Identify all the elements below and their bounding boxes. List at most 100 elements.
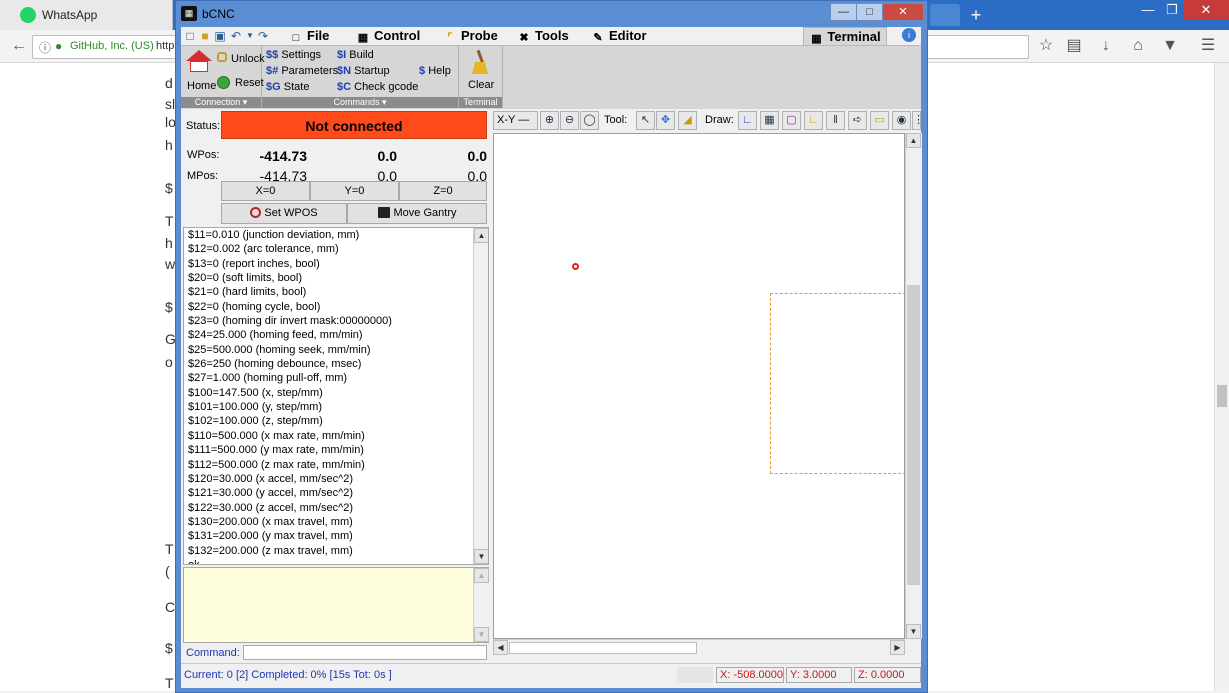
editor-icon: ✎ <box>593 32 603 44</box>
tab-control[interactable]: ▦ Control <box>356 27 420 45</box>
camera-icon[interactable]: ◉ <box>892 111 911 130</box>
settings-button[interactable]: $$ Settings <box>266 49 321 61</box>
reset-button[interactable]: Reset <box>235 77 264 89</box>
home-page-icon[interactable]: ⌂ <box>1127 36 1149 56</box>
startup-prefix: $N <box>337 65 352 77</box>
zero-z-button[interactable]: Z=0 <box>399 181 487 201</box>
path-icon[interactable]: ‖ <box>826 111 845 130</box>
probe-draw-icon[interactable]: ∟ <box>804 111 823 130</box>
ruler-icon[interactable]: ◢ <box>678 111 697 130</box>
parameters-button[interactable]: $# Parameters <box>266 65 338 77</box>
view-select[interactable]: X-Y — <box>493 111 538 130</box>
zoom-in-icon[interactable]: ⊕ <box>540 111 559 130</box>
tab-whatsapp[interactable]: WhatsApp <box>0 0 173 30</box>
background-tab[interactable] <box>930 4 960 26</box>
download-icon[interactable]: ↓ <box>1095 36 1117 56</box>
terminal-line: $25=500.000 (homing seek, mm/min) <box>188 343 371 356</box>
tab-editor[interactable]: ✎ Editor <box>591 27 646 45</box>
workarea-icon[interactable]: ▭ <box>870 111 889 130</box>
back-arrow-icon[interactable]: ← <box>8 36 30 56</box>
reset-icon[interactable] <box>217 76 230 89</box>
terminal-line: $120=30.000 (x accel, mm/sec^2) <box>188 472 354 485</box>
menu-hamburger-icon[interactable]: ☰ <box>1197 36 1219 56</box>
tab-terminal[interactable]: ▦ Terminal <box>803 27 887 46</box>
canvas-vscroll-thumb[interactable] <box>907 285 920 585</box>
margins-icon[interactable]: ▢ <box>782 111 801 130</box>
home-button[interactable]: Home <box>187 80 216 92</box>
set-wpos-button[interactable]: Set WPOS <box>221 203 347 224</box>
tab-probe[interactable]: ⌜ Probe <box>443 27 497 45</box>
startup-button[interactable]: $N Startup <box>337 65 390 77</box>
state-button[interactable]: $G State <box>266 81 309 93</box>
scroll-down-icon[interactable]: ▼ <box>474 549 488 564</box>
page-scrollbar[interactable] <box>1214 63 1229 691</box>
commands-group-label[interactable]: Commands ▾ <box>262 97 458 108</box>
settings-prefix: $$ <box>266 49 279 61</box>
rapid-icon[interactable]: ➪ <box>848 111 867 130</box>
canvas-scroll-up-icon[interactable]: ▲ <box>906 133 921 148</box>
broom-icon[interactable] <box>470 49 490 76</box>
canvas-hscroll-thumb[interactable] <box>509 642 697 654</box>
zoom-fit-icon[interactable]: ◯ <box>580 111 599 130</box>
more-tools-icon[interactable]: ⋮ <box>912 111 924 130</box>
bcnc-close-icon[interactable]: ✕ <box>882 3 924 21</box>
terminal-scrollbar[interactable]: ▲ ▼ <box>473 228 488 564</box>
page-text-fragment: T <box>165 675 174 691</box>
zero-x-button[interactable]: X=0 <box>221 181 310 201</box>
build-button[interactable]: $I Build <box>337 49 374 61</box>
startup-label: Startup <box>354 65 390 77</box>
bcnc-maximize-icon[interactable]: □ <box>856 3 883 21</box>
buffer-scroll-up-icon[interactable]: ▲ <box>474 568 489 583</box>
zero-y-button[interactable]: Y=0 <box>310 181 399 201</box>
unlock-icon[interactable] <box>217 52 227 62</box>
canvas-scroll-left-icon[interactable]: ◀ <box>493 640 508 655</box>
status-spacer <box>677 667 713 683</box>
commands-group: $$ Settings $# Parameters $G State $I Bu… <box>262 46 459 108</box>
info-icon[interactable]: ⓘ <box>39 39 51 56</box>
command-input[interactable] <box>243 645 487 660</box>
bcnc-minimize-icon[interactable]: — <box>830 3 857 21</box>
z-coordinate: Z: 0.0000 <box>854 667 921 683</box>
buffer-scrollbar[interactable]: ▲ ▼ <box>473 568 489 642</box>
open-folder-icon[interactable]: ■ <box>198 29 212 43</box>
pan-move-icon[interactable]: ✥ <box>656 111 675 130</box>
terminal-output[interactable]: $11=0.010 (junction deviation, mm) $12=0.… <box>183 227 489 565</box>
help-globe-icon[interactable]: i <box>902 28 916 42</box>
connection-group-label[interactable]: Connection ▾ <box>181 97 261 108</box>
select-pointer-icon[interactable]: ↖ <box>636 111 655 130</box>
page-text-fragment: d <box>165 75 173 91</box>
bookmark-star-icon[interactable]: ☆ <box>1035 36 1057 56</box>
buffer-scroll-down-icon[interactable]: ▼ <box>474 627 489 642</box>
check-gcode-button[interactable]: $C Check gcode <box>337 81 418 93</box>
tab-tools[interactable]: ✖ Tools <box>517 27 568 45</box>
help-button[interactable]: $ Help <box>419 65 451 77</box>
move-gantry-button[interactable]: Move Gantry <box>347 203 487 224</box>
clear-button[interactable]: Clear <box>468 79 494 91</box>
reader-icon[interactable]: ▤ <box>1063 36 1085 56</box>
undo-dropdown-icon[interactable]: ▼ <box>243 29 257 43</box>
canvas-scroll-down-icon[interactable]: ▼ <box>906 624 921 639</box>
canvas-horizontal-scrollbar[interactable]: ◀ ▶ <box>493 639 905 656</box>
terminal-buffer[interactable]: ▲ ▼ <box>183 567 489 643</box>
canvas-vertical-scrollbar[interactable]: ▲ ▼ <box>905 133 922 639</box>
new-tab-button[interactable]: + <box>966 5 986 25</box>
tab-file[interactable]: □ File <box>289 27 330 45</box>
undo-icon[interactable]: ↶ <box>229 29 243 43</box>
page-scroll-thumb[interactable] <box>1217 385 1227 407</box>
canvas-scroll-right-icon[interactable]: ▶ <box>890 640 905 655</box>
grid-icon[interactable]: ▦ <box>760 111 779 130</box>
terminal-line: $27=1.000 (homing pull-off, mm) <box>188 372 348 385</box>
axes-icon[interactable]: ∟ <box>738 111 757 130</box>
help-label: Help <box>428 65 451 77</box>
pocket-icon[interactable]: ▼ <box>1159 36 1181 56</box>
home-icon[interactable] <box>186 50 212 72</box>
browser-close-icon[interactable]: ✕ <box>1183 0 1229 20</box>
gcode-canvas[interactable] <box>493 133 906 639</box>
save-icon[interactable]: ▣ <box>213 29 227 43</box>
zoom-out-icon[interactable]: ⊖ <box>560 111 579 130</box>
scroll-up-icon[interactable]: ▲ <box>474 228 488 243</box>
new-file-icon[interactable]: □ <box>183 29 197 43</box>
redo-icon[interactable]: ↷ <box>256 29 270 43</box>
bcnc-title-bar[interactable]: ▦ bCNC — □ ✕ <box>176 1 927 27</box>
unlock-button[interactable]: Unlock <box>231 53 265 65</box>
